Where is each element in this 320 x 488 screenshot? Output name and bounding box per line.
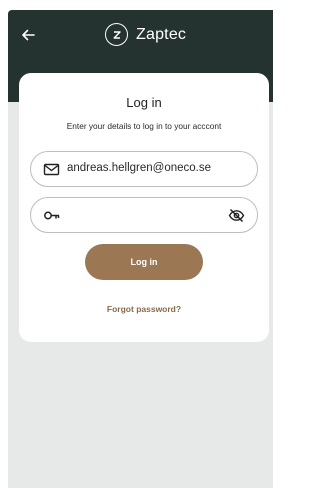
app-screen: Zaptec Log in Enter your details to log …	[8, 10, 273, 488]
key-icon	[44, 211, 60, 219]
eye-off-icon[interactable]	[228, 207, 245, 224]
brand: Zaptec	[105, 23, 186, 46]
arrow-left-icon[interactable]	[20, 27, 36, 43]
mail-icon	[43, 163, 60, 175]
login-button[interactable]: Log in	[85, 244, 203, 280]
email-value: andreas.hellgren@oneco.se	[67, 162, 212, 174]
page-title: Log in	[126, 95, 162, 110]
logo-z-glyph	[113, 30, 121, 39]
login-subtitle: Enter your details to log in to your acc…	[66, 121, 222, 131]
forgot-password-link[interactable]: Forgot password?	[19, 304, 269, 314]
login-card: Log in Enter your details to log in to y…	[19, 73, 269, 342]
brand-name: Zaptec	[136, 25, 187, 43]
zaptec-logo-icon	[105, 23, 128, 46]
password-field[interactable]	[30, 197, 258, 233]
email-field[interactable]: andreas.hellgren@oneco.se	[30, 151, 258, 187]
